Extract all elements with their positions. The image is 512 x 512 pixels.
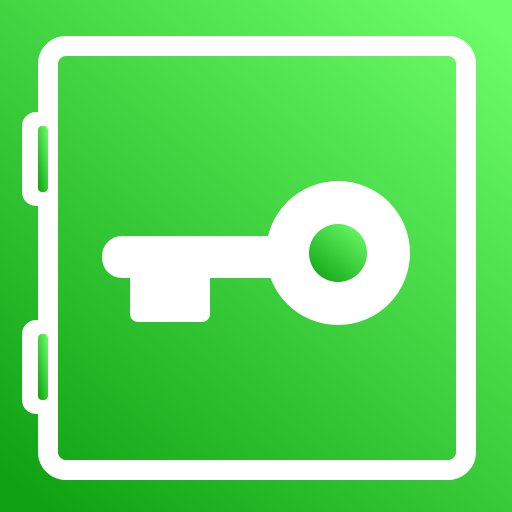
app-icon[interactable]: [0, 0, 512, 512]
vault-key-icon: [0, 0, 512, 512]
key-bow-hole: [309, 224, 367, 282]
